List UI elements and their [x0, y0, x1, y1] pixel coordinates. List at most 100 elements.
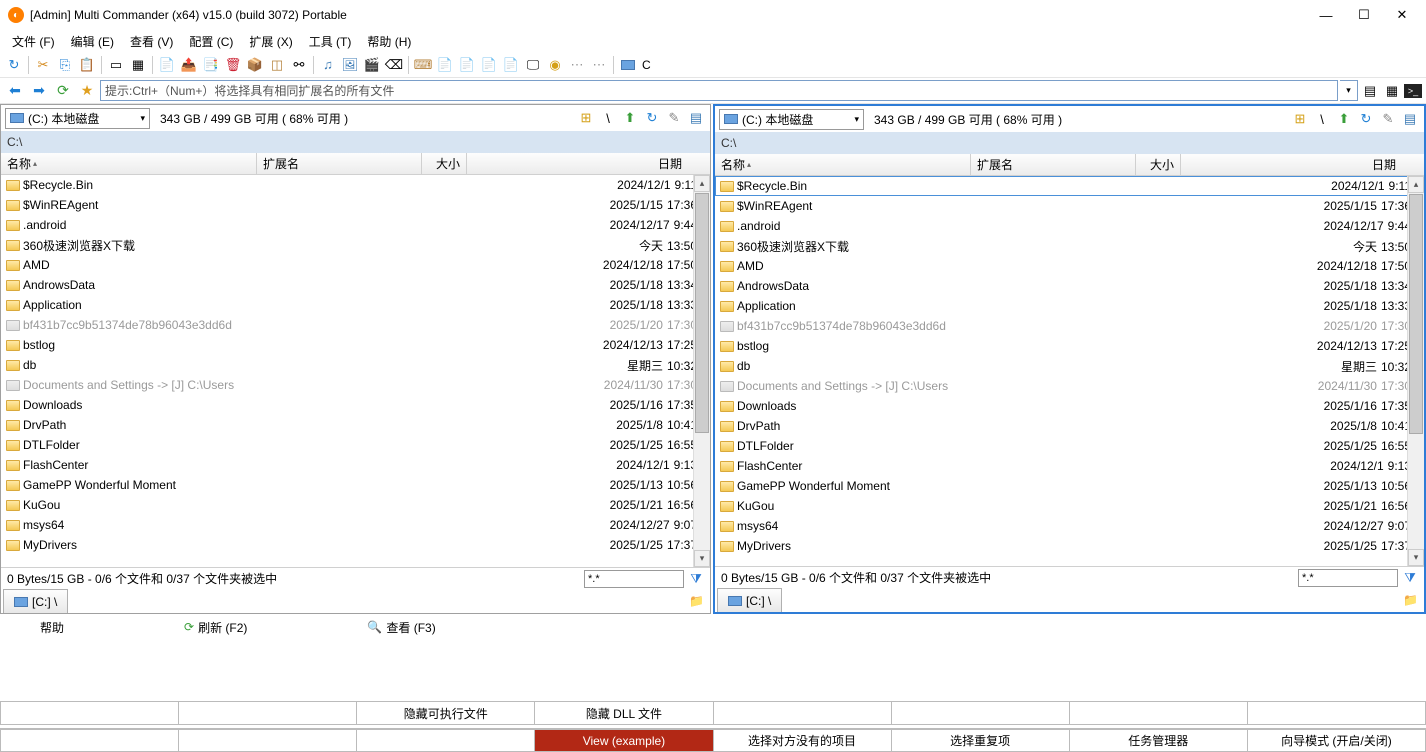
help-button[interactable]: 帮助 [40, 619, 64, 636]
new-file-icon[interactable]: 📄 [157, 55, 177, 75]
funnel-icon[interactable]: ⧩ [688, 571, 704, 587]
reload-button[interactable]: ⟳ [52, 80, 74, 102]
scroll-up-icon[interactable]: ▴ [694, 175, 710, 192]
monitor-icon[interactable]: 🖵 [523, 55, 543, 75]
bottom-button[interactable] [892, 701, 1070, 725]
package-icon[interactable]: 📦 [245, 55, 265, 75]
select-all-icon[interactable]: ▦ [128, 55, 148, 75]
maximize-button[interactable]: ☐ [1354, 5, 1374, 25]
refresh-panel-icon[interactable]: ↻ [1356, 109, 1376, 129]
kb-icon[interactable]: ⌨ [413, 55, 433, 75]
bottom-button[interactable] [357, 729, 535, 752]
col-size[interactable]: 大小 [1136, 154, 1181, 175]
file-row[interactable]: .android 2024/12/179:44 [715, 216, 1424, 236]
clear-icon[interactable]: ⌫ [384, 55, 404, 75]
funnel-icon[interactable]: ⧩ [1402, 570, 1418, 586]
list-icon[interactable]: ▤ [686, 108, 706, 128]
file-row[interactable]: AndrowsData 2025/1/1813:34 [715, 276, 1424, 296]
tree-icon[interactable]: ⊞ [576, 108, 596, 128]
col-date[interactable]: 日期 [1181, 154, 1424, 175]
address-input[interactable] [100, 80, 1338, 101]
tab-c-drive[interactable]: [C:] \ [717, 588, 782, 612]
file-row[interactable]: DTLFolder 2025/1/2516:55 [715, 436, 1424, 456]
path-bar[interactable]: C:\ [715, 132, 1424, 154]
export-icon[interactable]: 📤 [179, 55, 199, 75]
root-icon[interactable]: \ [598, 108, 618, 128]
bottom-button[interactable] [1070, 701, 1248, 725]
file-row[interactable]: 360极速浏览器X下载 今天13:50 [715, 236, 1424, 256]
file-row[interactable]: bstlog 2024/12/1317:25 [715, 336, 1424, 356]
filter-input[interactable] [584, 570, 684, 588]
file-row[interactable]: $WinREAgent 2025/1/1517:36 [715, 196, 1424, 216]
bottom-button[interactable]: View (example) [535, 729, 713, 752]
bottom-button[interactable]: 选择重复项 [892, 729, 1070, 752]
file-row[interactable]: KuGou 2025/1/2116:56 [715, 496, 1424, 516]
drive-c-icon[interactable] [618, 55, 638, 75]
file-row[interactable]: MyDrivers 2025/1/2517:37 [1, 535, 710, 555]
file-row[interactable]: AMD 2024/12/1817:50 [715, 256, 1424, 276]
file-row[interactable]: db 星期三10:32 [1, 355, 710, 375]
file-row[interactable]: MyDrivers 2025/1/2517:37 [715, 536, 1424, 556]
file-row[interactable]: GamePP Wonderful Moment 2025/1/1310:56 [1, 475, 710, 495]
file-row[interactable]: KuGou 2025/1/2116:56 [1, 495, 710, 515]
bottom-button[interactable] [714, 701, 892, 725]
col-date[interactable]: 日期 [467, 153, 710, 174]
file-list[interactable]: $Recycle.Bin 2024/12/19:11 $WinREAgent 2… [715, 176, 1424, 566]
color-icon[interactable]: ◉ [545, 55, 565, 75]
file-row[interactable]: bf431b7cc9b51374de78b96043e3dd6d 2025/1/… [1, 315, 710, 335]
file-row[interactable]: $Recycle.Bin 2024/12/19:11 [1, 175, 710, 195]
minimize-button[interactable]: — [1316, 5, 1336, 25]
file-row[interactable]: msys64 2024/12/279:07 [715, 516, 1424, 536]
tree-icon[interactable]: ⊞ [1290, 109, 1310, 129]
select-icon[interactable]: ▭ [106, 55, 126, 75]
file-row[interactable]: GamePP Wonderful Moment 2025/1/1310:56 [715, 476, 1424, 496]
file-row[interactable]: FlashCenter 2024/12/19:13 [1, 455, 710, 475]
file-row[interactable]: db 星期三10:32 [715, 356, 1424, 376]
menu-item[interactable]: 编辑 (E) [65, 31, 120, 52]
music-icon[interactable]: ♫ [318, 55, 338, 75]
up-icon[interactable]: ⬆ [620, 108, 640, 128]
file-row[interactable]: bf431b7cc9b51374de78b96043e3dd6d 2025/1/… [715, 316, 1424, 336]
paste-icon[interactable]: 📋 [77, 55, 97, 75]
file-row[interactable]: Downloads 2025/1/1617:35 [715, 396, 1424, 416]
share-icon[interactable]: ⚯ [289, 55, 309, 75]
copy-file-icon[interactable]: 📑 [201, 55, 221, 75]
panel1-icon[interactable]: ▤ [1360, 81, 1380, 101]
bottom-button[interactable]: 选择对方没有的项目 [714, 729, 892, 752]
file-row[interactable]: msys64 2024/12/279:07 [1, 515, 710, 535]
scroll-down-icon[interactable]: ▾ [694, 550, 710, 567]
bottom-button[interactable]: 任务管理器 [1070, 729, 1248, 752]
file-row[interactable]: bstlog 2024/12/1317:25 [1, 335, 710, 355]
col-ext[interactable]: 扩展名 [971, 154, 1136, 175]
doc2-icon[interactable]: 📄 [457, 55, 477, 75]
box-icon[interactable]: ◫ [267, 55, 287, 75]
col-size[interactable]: 大小 [422, 153, 467, 174]
scroll-thumb[interactable] [1409, 194, 1423, 434]
folder-icon[interactable]: 📁 [1403, 593, 1418, 607]
delete-icon[interactable]: 🗑 [223, 55, 243, 75]
file-row[interactable]: .android 2024/12/179:44 [1, 215, 710, 235]
file-row[interactable]: DrvPath 2025/1/810:41 [715, 416, 1424, 436]
bottom-button[interactable] [0, 729, 179, 752]
file-row[interactable]: Application 2025/1/1813:33 [1, 295, 710, 315]
bottom-button[interactable]: 向导模式 (开启/关闭) [1248, 729, 1426, 752]
col-ext[interactable]: 扩展名 [257, 153, 422, 174]
dots-icon[interactable]: ⋯ [567, 55, 587, 75]
forward-button[interactable]: ➡ [28, 80, 50, 102]
bottom-button[interactable] [179, 701, 357, 725]
root-icon[interactable]: \ [1312, 109, 1332, 129]
file-row[interactable]: AndrowsData 2025/1/1813:34 [1, 275, 710, 295]
file-row[interactable]: $WinREAgent 2025/1/1517:36 [1, 195, 710, 215]
folder-icon[interactable]: 📁 [689, 594, 704, 608]
drive-selector[interactable]: (C:) 本地磁盘 ▾ [5, 108, 150, 129]
tab-c-drive[interactable]: [C:] \ [3, 589, 68, 613]
scroll-down-icon[interactable]: ▾ [1408, 549, 1424, 566]
scrollbar[interactable]: ▴ ▾ [1407, 176, 1424, 566]
bottom-button[interactable] [1248, 701, 1426, 725]
cut-icon[interactable]: ✂ [33, 55, 53, 75]
file-row[interactable]: Application 2025/1/1813:33 [715, 296, 1424, 316]
bottom-button[interactable] [0, 701, 179, 725]
doc4-icon[interactable]: 📄 [501, 55, 521, 75]
back-button[interactable]: ⬅ [4, 80, 26, 102]
menu-item[interactable]: 帮助 (H) [361, 31, 417, 52]
